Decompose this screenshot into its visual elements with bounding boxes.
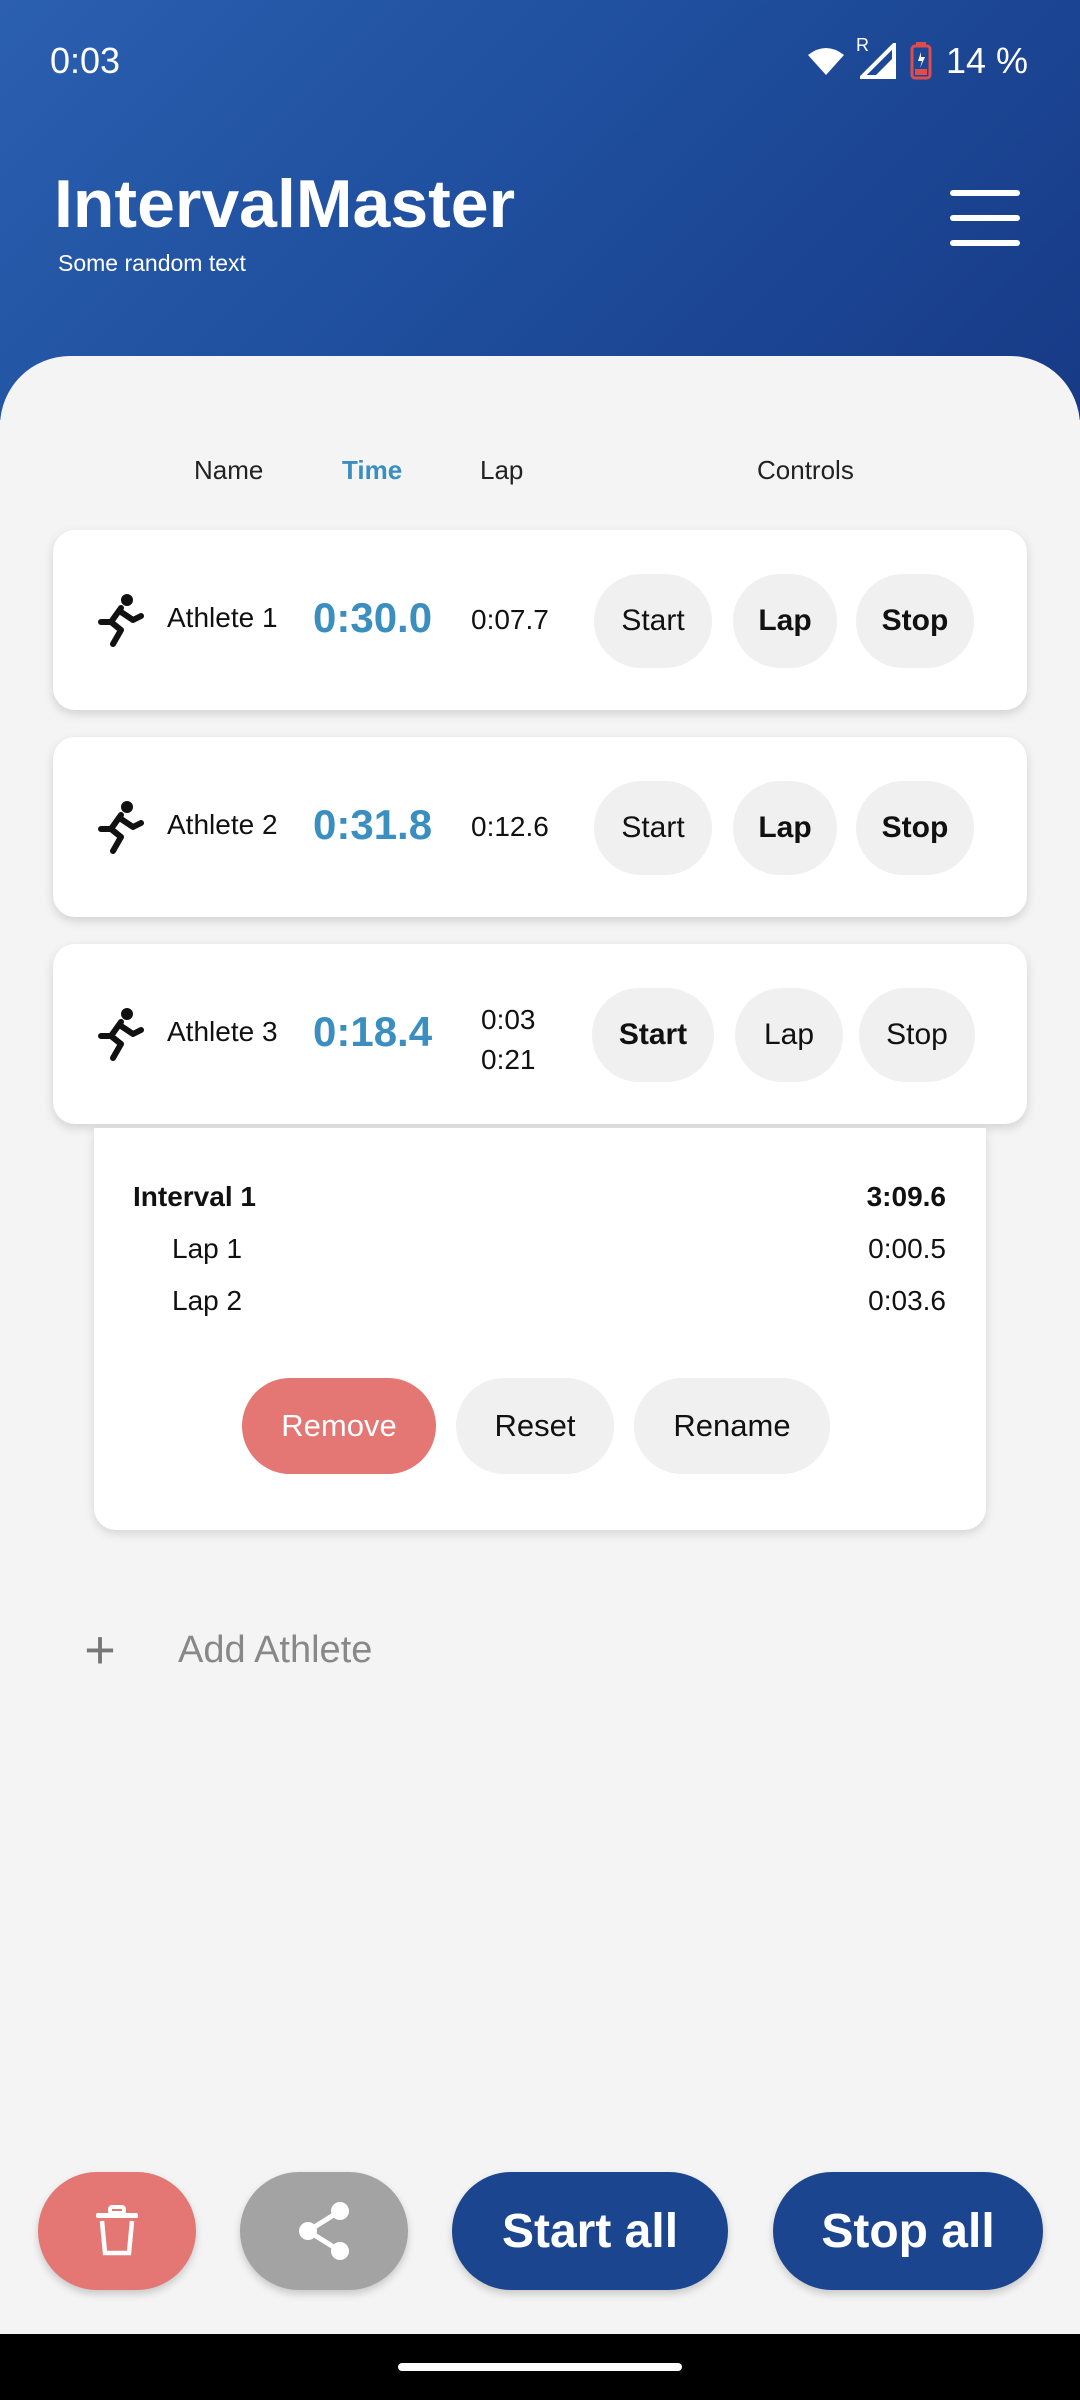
roaming-indicator: R (855, 35, 869, 55)
battery-icon (910, 42, 932, 80)
athlete-card[interactable]: Athlete 1 0:30.0 0:07.7 Start Lap Stop (53, 530, 1027, 710)
add-athlete-button[interactable]: + Add Athlete (70, 1620, 372, 1680)
athlete-name: Athlete 3 (167, 1016, 278, 1047)
column-header-name: Name (194, 455, 264, 485)
trash-icon (96, 2205, 138, 2256)
athlete-details-panel: Interval 1 3:09.6 Lap 1 0:00.5 Lap 2 0:0… (94, 1128, 986, 1530)
lap-button[interactable]: Lap (735, 988, 843, 1082)
runner-icon (98, 801, 144, 854)
lap-button[interactable]: Lap (733, 781, 837, 875)
lap-button[interactable]: Lap (733, 574, 837, 668)
home-handle[interactable] (398, 2363, 682, 2371)
hamburger-icon-line (950, 190, 1020, 196)
lap-line-1: 0:03 (481, 1004, 536, 1035)
hamburger-icon-line (950, 215, 1020, 221)
status-time: 0:03 (50, 40, 121, 81)
athlete-name: Athlete 2 (167, 809, 278, 840)
athlete-lap-time: 0:12.6 (471, 811, 549, 842)
battery-percent: 14 % (945, 40, 1028, 81)
start-button[interactable]: Start (594, 781, 712, 875)
stop-button[interactable]: Stop (859, 988, 975, 1082)
menu-button[interactable] (950, 190, 1020, 246)
start-button[interactable]: Start (592, 988, 714, 1082)
cell-signal-icon: R (856, 35, 896, 79)
interval-label: Interval 1 (133, 1181, 256, 1212)
column-header-time[interactable]: Time (342, 455, 402, 486)
athlete-time: 0:31.8 (313, 801, 433, 848)
lap-row-label: Lap 2 (172, 1285, 243, 1316)
runner-icon (98, 1008, 144, 1061)
plus-icon: + (84, 1620, 116, 1680)
athlete-time: 0:30.0 (313, 594, 433, 641)
app-title: IntervalMaster (54, 166, 516, 242)
athlete-lap-times: 0:03 0:21 (481, 1000, 536, 1080)
add-athlete-label: Add Athlete (178, 1628, 373, 1671)
status-icons: R 14 % (806, 35, 1028, 82)
share-button[interactable] (240, 2172, 408, 2290)
interval-time: 3:09.6 (866, 1181, 946, 1212)
lap-row-time: 0:03.6 (868, 1285, 946, 1316)
stop-all-button[interactable]: Stop all (773, 2172, 1043, 2290)
athlete-lap-time: 0:07.7 (471, 604, 549, 635)
rename-button[interactable]: Rename (634, 1378, 830, 1474)
stop-button[interactable]: Stop (856, 781, 974, 875)
column-header-controls: Controls (757, 455, 854, 485)
start-button[interactable]: Start (594, 574, 712, 668)
stop-button[interactable]: Stop (856, 574, 974, 668)
athlete-card[interactable]: Athlete 2 0:31.8 0:12.6 Start Lap Stop (53, 737, 1027, 917)
runner-icon (98, 594, 144, 647)
hamburger-icon-line (950, 240, 1020, 246)
column-header-lap: Lap (480, 455, 524, 485)
delete-button[interactable] (38, 2172, 196, 2290)
app-subtitle: Some random text (58, 250, 246, 276)
athlete-card-expanded[interactable]: Athlete 3 0:18.4 0:03 0:21 Start Lap Sto… (53, 944, 1027, 1124)
reset-button[interactable]: Reset (456, 1378, 614, 1474)
remove-button[interactable]: Remove (242, 1378, 436, 1474)
athlete-name: Athlete 1 (167, 602, 278, 633)
lap-row-time: 0:00.5 (868, 1233, 946, 1264)
start-all-button[interactable]: Start all (452, 2172, 728, 2290)
wifi-icon (807, 48, 844, 75)
lap-row-label: Lap 1 (172, 1233, 243, 1264)
athlete-time: 0:18.4 (313, 1008, 433, 1055)
lap-line-2: 0:21 (481, 1044, 536, 1075)
share-icon (299, 2202, 349, 2260)
